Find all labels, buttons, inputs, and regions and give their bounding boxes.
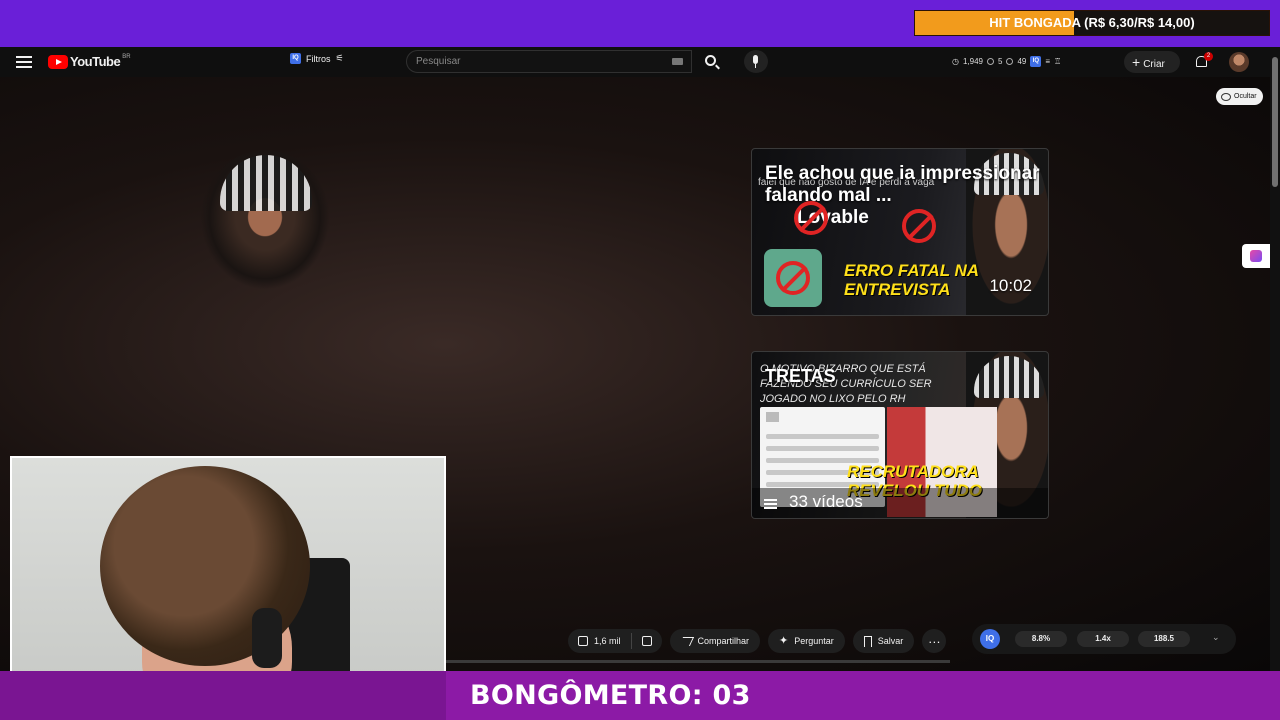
youtube-header: YouTube BR IQ Filtros ⚟ Pesquisar ◷ 1,94… [0,47,1280,77]
end-screen-playlist-card[interactable]: O MOTIVO BIZARRO QUE ESTÁ FAZENDO SEU CU… [751,351,1049,519]
video-actions: 1,6 mil Compartilhar ✦ Perguntar Salvar … [568,629,947,653]
playlist-video-count: 33 vídeos [789,492,863,511]
create-button[interactable]: + Criar [1124,51,1180,73]
stat-views: 1,949 [962,57,984,66]
voice-search-button[interactable] [744,50,768,73]
ask-button[interactable]: ✦ Perguntar [768,629,845,653]
thumbs-up-icon [578,636,588,646]
hide-button[interactable]: Ocultar [1216,88,1263,105]
share-button[interactable]: Compartilhar [669,629,761,653]
trophy-icon[interactable]: ♖ [1054,57,1061,66]
list-icon[interactable]: ≡ [1045,57,1050,66]
ban-icon [902,209,936,243]
hit-banner-text: HIT BONGADA (R$ 6,30/R$ 14,00) [989,15,1195,30]
card-playlist-title: TRETAS [765,366,836,386]
save-button[interactable]: Salvar [852,629,915,653]
iq-badge[interactable]: IQ [980,629,1000,649]
circle-icon [987,58,995,65]
stat-third: 49 [1017,57,1027,66]
hit-bongada-banner: HIT BONGADA (R$ 6,30/R$ 14,00) [914,10,1270,36]
like-count: 1,6 mil [594,636,621,646]
stat-second: 5 [998,57,1003,66]
playlist-icon [764,499,777,509]
iq-stat: 8.8% [1015,631,1067,647]
iq-stat: 1.4x [1077,631,1129,647]
iq-extension-icon: IQ [290,53,301,64]
like-dislike-group: 1,6 mil [568,629,662,653]
eye-icon [1006,58,1014,65]
share-label: Compartilhar [697,636,750,646]
youtube-logo[interactable]: YouTube BR [48,54,131,69]
like-button[interactable]: 1,6 mil [568,629,631,653]
sparkle-icon: ✦ [779,635,789,647]
search-icon [705,55,716,66]
iq-stat: 188.5 [1138,631,1190,647]
pdf-icon [766,412,779,422]
clock-icon: ◷ [952,57,959,66]
country-code: BR [122,54,131,60]
search-input[interactable]: Pesquisar [406,50,692,73]
extension-side-tab-icon[interactable] [1242,244,1270,268]
chevron-down-icon[interactable]: ⌄ [1212,632,1220,643]
notification-badge: 2 [1204,52,1213,61]
video-duration: 10:02 [989,276,1032,295]
sliders-icon: ⚟ [335,53,344,63]
app-logo-tile [764,249,822,307]
iq-toolbar-icon[interactable]: IQ [1030,56,1042,67]
plus-icon: + [1132,54,1141,70]
thumbs-down-icon [641,636,652,646]
youtube-play-icon [48,54,68,69]
save-label: Salvar [877,636,904,646]
ask-label: Perguntar [794,636,834,646]
share-icon [678,636,694,646]
more-actions-button[interactable]: … [922,629,947,653]
filters-button[interactable]: IQ Filtros ⚟ [290,53,344,64]
search-placeholder: Pesquisar [416,56,461,67]
extension-stats: ◷ 1,949 5 49 IQ ≡ ♖ [952,56,1061,67]
dislike-button[interactable] [632,629,662,653]
keyboard-icon[interactable] [672,58,683,65]
ban-icon [776,261,810,295]
bongometro-counter: BONGÔMETRO: 03 [470,680,751,711]
page-scrollbar[interactable] [1270,47,1280,671]
menu-icon[interactable] [16,56,32,68]
scroll-thumb[interactable] [1272,57,1278,187]
bookmark-icon [863,635,872,647]
account-avatar[interactable] [1229,52,1249,72]
playlist-overlay: 33 vídeos [752,488,1048,518]
logo-text: YouTube [70,54,121,69]
search-button[interactable] [694,50,728,73]
create-label: Criar [1143,59,1165,70]
headset [252,608,282,668]
ban-icon [794,201,828,235]
end-screen-video-card[interactable]: falei que não gosto de IA e perdi a vaga… [751,148,1049,316]
filters-label: Filtros [306,53,331,64]
iq-stats-bar: IQ 8.8% 1.4x 188.5 ⌄ [972,624,1236,654]
video-progress-bar[interactable] [446,660,950,663]
